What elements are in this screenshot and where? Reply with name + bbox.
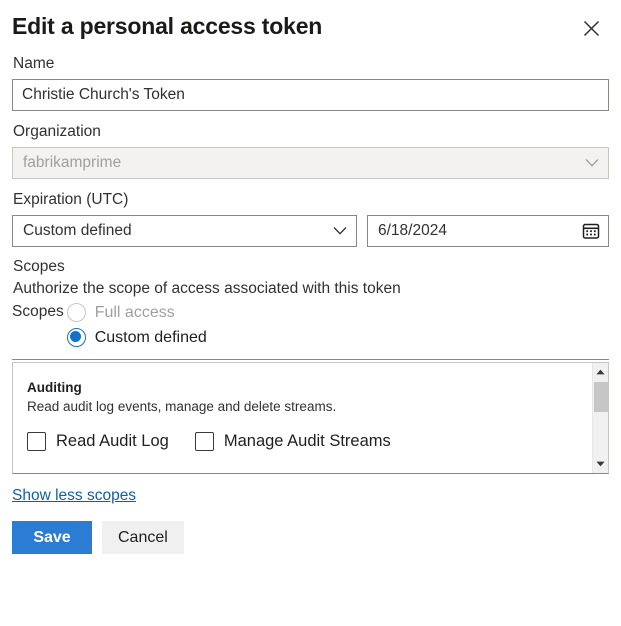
scope-group-description: Read audit log events, manage and delete… <box>27 398 594 416</box>
checkbox-manage-audit-streams[interactable]: Manage Audit Streams <box>195 432 391 451</box>
expiration-label: Expiration (UTC) <box>13 190 609 210</box>
radio-circle-selected-icon <box>67 328 86 347</box>
scroll-up-arrow-icon[interactable] <box>593 364 608 380</box>
scopes-heading: Scopes <box>13 257 609 277</box>
expiration-preset-select[interactable]: Custom defined <box>12 215 357 247</box>
scopes-section: Scopes Authorize the scope of access ass… <box>12 257 609 350</box>
radio-custom-defined[interactable]: Custom defined <box>67 325 207 350</box>
dialog-header: Edit a personal access token <box>12 0 609 54</box>
checkbox-box-icon <box>27 432 46 451</box>
close-icon <box>583 20 600 37</box>
checkbox-read-audit-log[interactable]: Read Audit Log <box>27 432 169 451</box>
page-title: Edit a personal access token <box>12 13 322 40</box>
organization-select[interactable]: fabrikamprime <box>12 147 609 179</box>
scopes-list-wrapper: Auditing Read audit log events, manage a… <box>12 359 609 474</box>
scope-group-name: Auditing <box>27 379 594 397</box>
name-input[interactable] <box>12 79 609 111</box>
organization-label: Organization <box>13 122 609 142</box>
radio-custom-defined-label: Custom defined <box>95 329 207 347</box>
scrollbar-thumb[interactable] <box>594 382 608 412</box>
scopes-radio-group: Scopes Full access Custom defined <box>12 300 609 350</box>
radio-full-access-label: Full access <box>95 304 175 322</box>
expiration-date-input[interactable]: 6/18/2024 <box>367 215 609 247</box>
scopes-description: Authorize the scope of access associated… <box>13 278 609 299</box>
chevron-down-icon <box>585 159 599 168</box>
checkbox-box-icon <box>195 432 214 451</box>
radio-circle-icon <box>67 303 86 322</box>
organization-value: fabrikamprime <box>13 154 121 172</box>
edit-pat-dialog: Edit a personal access token Name Organi… <box>0 0 621 626</box>
expiration-date-value: 6/18/2024 <box>368 222 447 240</box>
show-less-scopes-link[interactable]: Show less scopes <box>12 487 136 505</box>
chevron-down-icon <box>333 227 347 236</box>
checkbox-manage-audit-streams-label: Manage Audit Streams <box>224 432 391 451</box>
close-button[interactable] <box>577 14 605 42</box>
expiration-row: Custom defined 6/18/2024 <box>12 215 609 247</box>
expiration-preset-value: Custom defined <box>13 222 132 240</box>
name-label: Name <box>13 54 609 74</box>
checkbox-read-audit-log-label: Read Audit Log <box>56 432 169 451</box>
scroll-down-arrow-icon[interactable] <box>593 456 608 472</box>
save-button[interactable]: Save <box>12 521 92 554</box>
scopes-list-box: Auditing Read audit log events, manage a… <box>12 362 609 474</box>
scopes-radio-group-label: Scopes <box>12 300 67 324</box>
cancel-button[interactable]: Cancel <box>102 521 184 554</box>
scope-checkbox-row: Read Audit Log Manage Audit Streams <box>27 432 594 451</box>
calendar-icon[interactable] <box>582 222 600 240</box>
radio-full-access[interactable]: Full access <box>67 300 207 325</box>
show-scopes-link-row: Show less scopes <box>12 487 609 505</box>
scope-group-auditing: Auditing Read audit log events, manage a… <box>13 363 608 451</box>
scopes-scrollbar[interactable] <box>592 363 608 473</box>
dialog-actions: Save Cancel <box>12 521 609 554</box>
